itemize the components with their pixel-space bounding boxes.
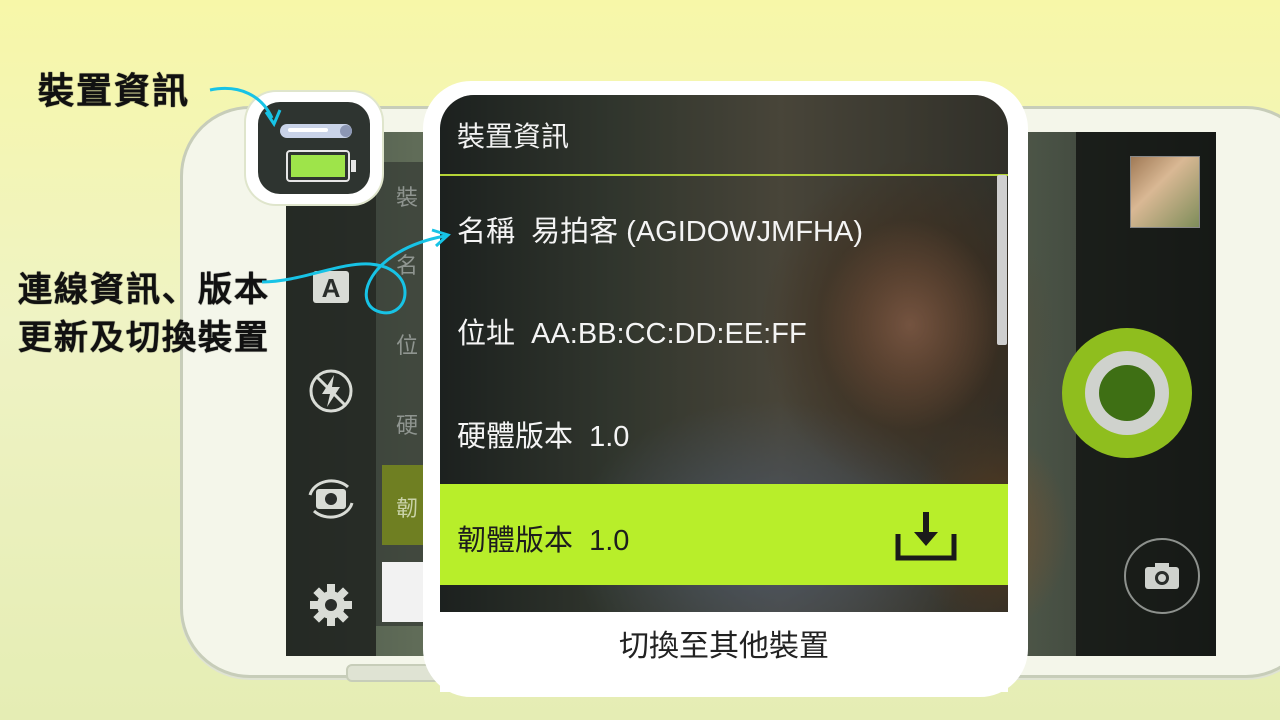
flash-off-icon[interactable] (304, 364, 358, 418)
shutter-dot (1099, 365, 1155, 421)
firmware-version-label: 韌體版本 1.0 (457, 525, 630, 557)
shutter-ring (1085, 351, 1169, 435)
annotation-connection-line2: 更新及切換裝置 (18, 318, 270, 358)
panel-scrollbar[interactable] (997, 175, 1007, 345)
bg-panel-item: 位 (396, 334, 419, 359)
auto-mode-icon[interactable]: A (304, 260, 358, 314)
battery-full-icon (286, 150, 356, 182)
settings-gear-icon[interactable] (304, 578, 358, 632)
switch-camera-icon[interactable] (304, 472, 358, 526)
camera-icon (1145, 563, 1179, 589)
device-name-row: 名稱 易拍客 (AGIDOWJMFHA) (457, 216, 863, 248)
device-status-badge[interactable] (246, 92, 382, 204)
bg-panel-item: 名 (396, 254, 419, 279)
firmware-update-row[interactable]: 韌體版本 1.0 (440, 484, 1008, 585)
bg-panel-item: 硬 (396, 414, 419, 439)
device-status-badge-inner (258, 102, 370, 194)
device-address-row: 位址 AA:BB:CC:DD:EE:FF (457, 318, 807, 350)
device-info-panel: 裝置資訊 名稱 易拍客 (AGIDOWJMFHA) 位址 AA:BB:CC:DD… (440, 95, 1008, 692)
panel-dim-layer (440, 95, 1008, 692)
panel-divider (440, 174, 1008, 176)
shutter-button[interactable] (1062, 328, 1192, 458)
hardware-version-row: 硬體版本 1.0 (457, 421, 630, 453)
gallery-thumbnail[interactable] (1130, 156, 1200, 228)
auto-mode-label: A (322, 273, 341, 303)
annotation-connection-line1: 連線資訊、版本 (18, 270, 270, 310)
panel-title: 裝置資訊 (457, 120, 570, 153)
switch-device-button[interactable]: 切換至其他裝置 (440, 612, 1008, 692)
download-icon[interactable] (894, 508, 958, 562)
bg-panel-item: 韌 (396, 497, 419, 522)
camera-mode-button[interactable] (1124, 538, 1200, 614)
left-toolbar: A (286, 132, 376, 656)
bg-panel-item: 裝 (396, 186, 419, 211)
annotation-device-info: 裝置資訊 (38, 70, 191, 112)
